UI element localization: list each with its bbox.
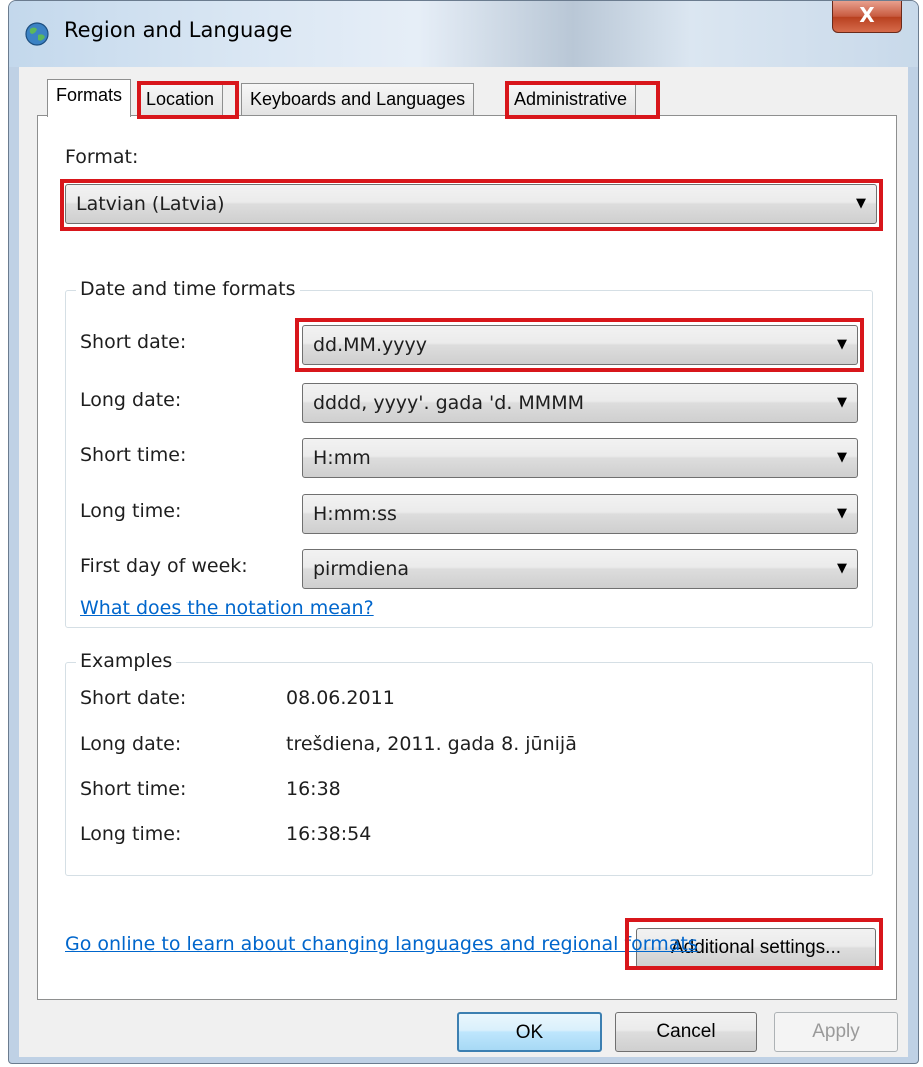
example-long-date-label: Long date:	[80, 733, 182, 755]
short-time-dropdown[interactable]: H:mm ▼	[302, 438, 858, 478]
format-value: Latvian (Latvia)	[76, 193, 225, 215]
first-day-of-week-dropdown[interactable]: pirmdiena ▼	[302, 549, 858, 589]
tab-location[interactable]: Location	[137, 83, 224, 115]
format-label: Format:	[65, 146, 139, 168]
long-time-value: H:mm:ss	[313, 503, 397, 525]
examples-group: Examples Short date: 08.06.2011 Long dat…	[65, 650, 873, 876]
dialog-body: Formats Location Keyboards and Languages…	[19, 67, 908, 1057]
chevron-down-icon: ▼	[837, 561, 847, 576]
short-date-value: dd.MM.yyyy	[313, 334, 427, 356]
tab-administrative[interactable]: Administrative	[505, 83, 637, 115]
short-date-label: Short date:	[80, 331, 187, 353]
chevron-down-icon: ▼	[856, 196, 866, 211]
long-date-label: Long date:	[80, 389, 182, 411]
notation-help-link[interactable]: What does the notation mean?	[80, 597, 374, 619]
close-button[interactable]: X	[832, 1, 902, 33]
title-bar[interactable]: Region and Language X	[9, 1, 918, 67]
date-time-formats-group: Date and time formats Short date: dd.MM.…	[65, 278, 873, 628]
long-date-dropdown[interactable]: dddd, yyyy'. gada 'd. MMMM ▼	[302, 383, 858, 423]
example-long-time-value: 16:38:54	[286, 823, 372, 845]
first-day-of-week-label: First day of week:	[80, 555, 248, 577]
chevron-down-icon: ▼	[837, 395, 847, 410]
chevron-down-icon: ▼	[837, 337, 847, 352]
short-time-label: Short time:	[80, 444, 187, 466]
window-title: Region and Language	[64, 18, 293, 42]
example-short-time-value: 16:38	[286, 778, 341, 800]
formats-panel: Format: Latvian (Latvia) ▼ Date and time…	[37, 115, 897, 1000]
example-short-date-label: Short date:	[80, 687, 187, 709]
short-date-dropdown[interactable]: dd.MM.yyyy ▼	[302, 325, 858, 365]
format-dropdown[interactable]: Latvian (Latvia) ▼	[65, 184, 877, 224]
example-short-date-value: 08.06.2011	[286, 687, 395, 709]
long-time-dropdown[interactable]: H:mm:ss ▼	[302, 494, 858, 534]
apply-button[interactable]: Apply	[774, 1012, 898, 1052]
tab-formats[interactable]: Formats	[47, 79, 132, 117]
close-icon: X	[859, 3, 875, 27]
cancel-button[interactable]: Cancel	[615, 1012, 757, 1052]
date-time-formats-title: Date and time formats	[76, 278, 300, 300]
chevron-down-icon: ▼	[837, 450, 847, 465]
tab-keyboards-and-languages[interactable]: Keyboards and Languages	[241, 83, 475, 115]
example-long-date-value: trešdiena, 2011. gada 8. jūnijā	[286, 733, 577, 755]
region-language-dialog: Region and Language X Formats Location K…	[8, 0, 919, 1064]
online-help-link[interactable]: Go online to learn about changing langua…	[65, 933, 698, 955]
short-time-value: H:mm	[313, 447, 371, 469]
long-date-value: dddd, yyyy'. gada 'd. MMMM	[313, 392, 584, 414]
first-day-of-week-value: pirmdiena	[313, 558, 410, 580]
globe-icon	[25, 22, 49, 46]
long-time-label: Long time:	[80, 500, 182, 522]
chevron-down-icon: ▼	[837, 506, 847, 521]
example-short-time-label: Short time:	[80, 778, 187, 800]
examples-title: Examples	[76, 650, 177, 672]
ok-button[interactable]: OK	[457, 1012, 602, 1052]
example-long-time-label: Long time:	[80, 823, 182, 845]
